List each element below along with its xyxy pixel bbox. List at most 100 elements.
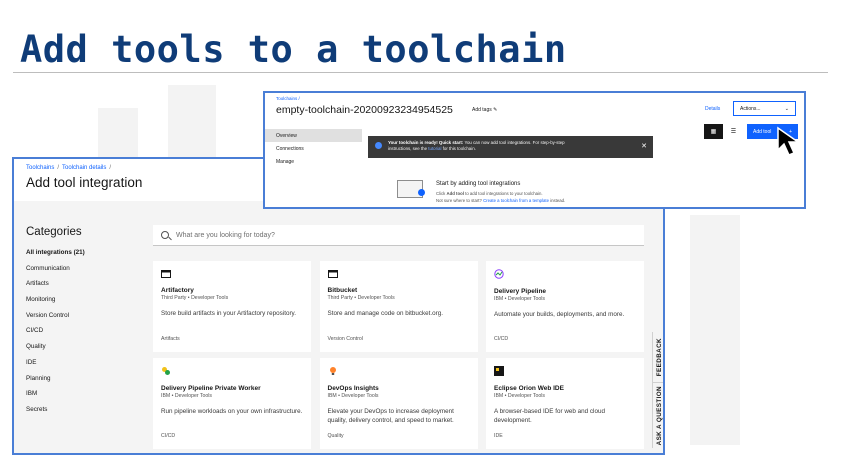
card-description: Automate your builds, deployments, and m… — [494, 311, 625, 318]
breadcrumb: Toolchains / Toolchain details / — [26, 165, 112, 171]
ask-a-question-tab[interactable]: ASK A QUESTION — [652, 382, 663, 448]
ide-icon — [494, 366, 504, 376]
card-subtitle: Third Party • Developer Tools — [327, 295, 395, 301]
toolchain-overview-panel: Toolchains / empty-toolchain-20200923234… — [263, 91, 806, 209]
card-description: Store and manage code on bitbucket.org. — [327, 310, 444, 317]
toast-text: for this toolchain. — [441, 146, 476, 152]
search-input[interactable]: What are you looking for today? — [153, 225, 644, 246]
quick-start-notification: Your toolchain is ready! Quick start: Yo… — [368, 136, 653, 158]
category-planning[interactable]: Planning — [26, 375, 85, 391]
box-icon — [327, 270, 338, 278]
card-title: Bitbucket — [327, 287, 358, 294]
toast-text: instructions, see the — [388, 146, 429, 152]
integration-cards: Artifactory Third Party • Developer Tool… — [153, 261, 644, 449]
card-category: CI/CD — [161, 433, 176, 439]
card-title: Artifactory — [161, 287, 194, 294]
mouse-pointer-icon — [777, 126, 801, 156]
breadcrumb-toolchains[interactable]: Toolchains / — [276, 96, 300, 101]
category-monitoring[interactable]: Monitoring — [26, 296, 85, 312]
category-secrets[interactable]: Secrets — [26, 406, 85, 422]
card-title: Eclipse Orion Web IDE — [494, 385, 564, 392]
category-all-integrations[interactable]: All integrations (21) — [26, 249, 85, 265]
card-subtitle: IBM • Developer Tools — [494, 296, 546, 302]
card-title: Delivery Pipeline — [494, 288, 547, 295]
toast-text: You can now add tool integrations. For s… — [463, 140, 565, 145]
empty-state-line-1: Click Add tool to add tool integrations … — [436, 191, 543, 196]
pencil-icon: ✎ — [493, 107, 498, 113]
grid-view-button[interactable]: ▦ — [704, 124, 723, 139]
feedback-tab[interactable]: FEEDBACK — [652, 332, 663, 382]
integration-card-artifactory[interactable]: Artifactory Third Party • Developer Tool… — [153, 261, 311, 352]
breadcrumb-toolchains[interactable]: Toolchains — [26, 165, 54, 171]
grid-icon: ▦ — [710, 129, 717, 135]
category-artifacts[interactable]: Artifacts — [26, 280, 85, 296]
add-tool-label: Add tool — [753, 128, 772, 135]
card-category: Version Control — [327, 336, 363, 342]
toolchain-nav: Overview Connections Manage — [265, 129, 362, 168]
category-ibm[interactable]: IBM — [26, 390, 85, 406]
card-subtitle: Third Party • Developer Tools — [161, 295, 229, 301]
card-category: IDE — [494, 433, 503, 439]
title-divider — [13, 72, 828, 73]
card-subtitle: IBM • Developer Tools — [494, 393, 546, 399]
category-quality[interactable]: Quality — [26, 343, 85, 359]
background-shape — [690, 215, 740, 445]
add-tags-label: Add tags — [472, 107, 492, 113]
nav-overview[interactable]: Overview — [265, 129, 362, 142]
card-title: Delivery Pipeline Private Worker — [161, 385, 261, 392]
empty-state-title: Start by adding tool integrations — [436, 181, 521, 187]
list-view-button[interactable]: ☰ — [724, 124, 743, 139]
categories-heading: Categories — [26, 226, 82, 238]
integration-card-bitbucket[interactable]: Bitbucket Third Party • Developer Tools … — [319, 261, 478, 352]
nav-manage[interactable]: Manage — [265, 155, 362, 168]
info-icon — [375, 142, 382, 149]
card-subtitle: IBM • Developer Tools — [327, 393, 379, 399]
category-ci-cd[interactable]: CI/CD — [26, 327, 85, 343]
close-icon[interactable]: ✕ — [641, 142, 647, 152]
toast-bold: Your toolchain is ready! Quick start: — [388, 140, 464, 145]
box-icon — [161, 270, 171, 278]
card-category: Artifacts — [161, 336, 180, 342]
nav-connections[interactable]: Connections — [265, 142, 362, 155]
side-tabs: FEEDBACK ASK A QUESTION — [652, 332, 663, 448]
search-placeholder: What are you looking for today? — [176, 231, 275, 239]
pipeline-icon — [494, 269, 504, 279]
integration-card-eclipse-orion-web-ide[interactable]: Eclipse Orion Web IDE IBM • Developer To… — [486, 358, 644, 449]
category-communication[interactable]: Communication — [26, 265, 85, 281]
page-title: Add tool integration — [26, 175, 143, 190]
integration-card-delivery-pipeline[interactable]: Delivery Pipeline IBM • Developer Tools … — [486, 261, 644, 352]
ask-a-question-tab-label: ASK A QUESTION — [655, 385, 663, 446]
integration-card-delivery-pipeline-private-worker[interactable]: Delivery Pipeline Private Worker IBM • D… — [153, 358, 311, 449]
card-description: Elevate your DevOps to increase deployme… — [327, 408, 454, 424]
background-shape — [168, 85, 216, 157]
card-description: Store build artifacts in your Artifactor… — [161, 310, 296, 317]
integration-card-devops-insights[interactable]: DevOps Insights IBM • Developer Tools El… — [319, 358, 478, 449]
details-link[interactable]: Details — [705, 106, 720, 112]
actions-label: Actions... — [740, 105, 761, 112]
add-tags-button[interactable]: Add tags ✎ — [472, 107, 497, 113]
tutorial-link[interactable]: tutorial — [428, 146, 441, 151]
integration-body: Categories All integrations (21) Communi… — [14, 201, 663, 453]
card-category: Quality — [327, 433, 344, 439]
background-shape — [98, 108, 138, 158]
actions-dropdown[interactable]: Actions... ⌄ — [733, 101, 796, 116]
toolchain-name: empty-toolchain-20200923234954525 — [276, 104, 453, 116]
list-icon: ☰ — [730, 129, 737, 135]
category-ide[interactable]: IDE — [26, 359, 85, 375]
categories-list: All integrations (21) Communication Arti… — [26, 249, 85, 422]
bulb-icon — [329, 367, 336, 375]
worker-icon — [162, 367, 170, 375]
card-subtitle: IBM • Developer Tools — [161, 393, 213, 399]
card-description: A browser-based IDE for web and cloud de… — [494, 408, 605, 424]
card-title: DevOps Insights — [327, 385, 379, 392]
card-category: CI/CD — [494, 336, 509, 342]
breadcrumb-toolchain-details[interactable]: Toolchain details — [62, 165, 106, 171]
feedback-tab-label: FEEDBACK — [655, 337, 663, 377]
add-integration-illustration-icon — [397, 180, 425, 198]
slide-title: Add tools to a toolchain — [20, 28, 567, 71]
empty-state-line-2: Not sure where to start? Create a toolch… — [436, 198, 566, 203]
category-version-control[interactable]: Version Control — [26, 312, 85, 328]
chevron-down-icon: ⌄ — [784, 105, 789, 112]
create-from-template-link[interactable]: Create a toolchain from a template — [483, 198, 549, 203]
search-icon — [161, 231, 169, 239]
